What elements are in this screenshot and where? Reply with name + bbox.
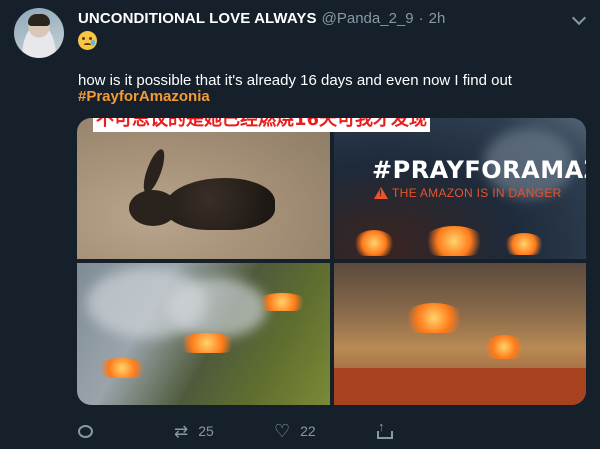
more-options-chevron-icon[interactable] (571, 10, 587, 26)
grass-flame-2 (484, 335, 524, 359)
media-grid[interactable]: #PRAYFORAMAZONIA THE AMAZON IS IN DANGER… (77, 118, 586, 405)
forest-fire-aerial-photo[interactable] (77, 263, 330, 405)
rabbit-ear (139, 146, 169, 196)
emoji-tear (91, 40, 95, 46)
poster-title: #PRAYFORAMAZONIA (372, 156, 586, 184)
reply-button[interactable] (78, 420, 93, 442)
emoji-eye-left (82, 37, 85, 40)
tweet-text: how is it possible that it's already 16 … (78, 72, 512, 89)
retweet-icon: ⇄ (174, 421, 189, 441)
aerial-flame-3 (257, 293, 307, 311)
burnt-rabbit-photo[interactable] (77, 118, 330, 259)
emoji-mouth (84, 43, 91, 46)
grass-flame-1 (404, 303, 464, 333)
tweet-header: UNCONDITIONAL LOVE ALWAYS @Panda_2_9 · 2… (78, 10, 445, 30)
poster-flame-3 (504, 233, 544, 255)
warning-icon (374, 187, 388, 199)
poster-flame-2 (424, 226, 484, 256)
poster-subtitle-row: THE AMAZON IS IN DANGER (374, 186, 562, 200)
poster-subtitle: THE AMAZON IS IN DANGER (392, 186, 562, 200)
aerial-flame-1 (97, 358, 147, 378)
tweet-timestamp[interactable]: 2h (429, 10, 446, 27)
retweet-button[interactable]: ⇄ 25 (174, 420, 214, 442)
chinese-caption-overlay: 不可思议的是她已经燃烧16天可我才发现 (93, 118, 431, 132)
pray-for-amazonia-poster[interactable]: #PRAYFORAMAZONIA THE AMAZON IS IN DANGER (334, 118, 586, 259)
aerial-flame-2 (177, 333, 237, 353)
like-count: 22 (300, 423, 316, 439)
poster-flame-1 (354, 230, 394, 256)
like-button[interactable]: ♡ 22 (274, 420, 316, 442)
share-button[interactable] (376, 419, 393, 442)
tweet-actions: ⇄ 25 ♡ 22 (78, 419, 398, 442)
grassland-fire-photo[interactable] (334, 263, 586, 405)
reply-icon (78, 424, 93, 438)
user-handle[interactable]: @Panda_2_9 (322, 10, 414, 27)
share-icon (376, 419, 393, 440)
heart-icon: ♡ (274, 421, 291, 441)
hashtag-link[interactable]: #PrayforAmazonia (78, 88, 210, 105)
rabbit-body (165, 178, 275, 230)
display-name[interactable]: UNCONDITIONAL LOVE ALWAYS (78, 10, 317, 27)
aerial-smoke-2 (167, 278, 267, 338)
avatar-hair (28, 14, 50, 26)
red-dirt-road (334, 368, 586, 405)
separator-dot: · (418, 10, 424, 27)
rabbit-head (129, 190, 177, 226)
retweet-count: 25 (198, 423, 214, 439)
crying-face-emoji-icon (78, 31, 97, 50)
user-avatar[interactable] (14, 8, 64, 58)
